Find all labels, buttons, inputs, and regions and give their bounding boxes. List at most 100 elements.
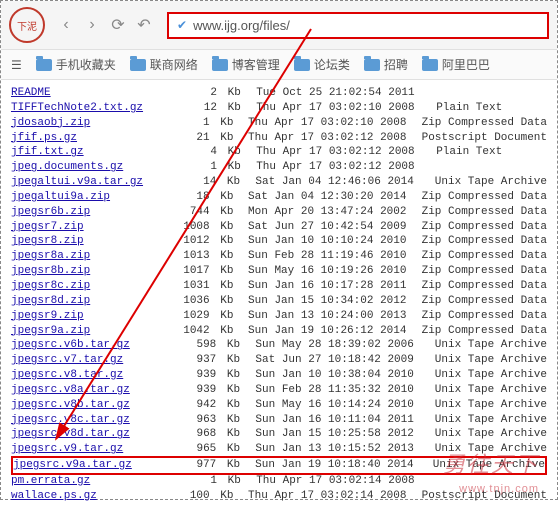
file-size: 12 [161, 101, 221, 116]
file-type: Zip Compressed Data [408, 116, 547, 131]
url-icon: ✔ [177, 18, 187, 32]
file-link[interactable]: jpegsr8d.zip [11, 294, 156, 309]
file-link[interactable]: jfif.txt.gz [11, 145, 161, 160]
file-link[interactable]: jpegsr6b.zip [11, 205, 156, 220]
file-unit: Kb [221, 160, 243, 175]
file-size: 21 [156, 131, 214, 146]
file-unit: Kb [221, 474, 243, 489]
browser-logo: 下泥 [9, 7, 45, 43]
file-link[interactable]: jpegaltui.v9a.tar.gz [11, 175, 160, 190]
file-type [423, 474, 547, 489]
file-link[interactable]: pm.errata.gz [11, 474, 161, 489]
file-date: Sat Jan 04 12:30:20 2014 [235, 190, 409, 205]
file-link[interactable]: jdosaobj.zip [11, 116, 156, 131]
file-size: 744 [156, 205, 214, 220]
bookmark-folder[interactable]: 阿里巴巴 [422, 56, 490, 73]
file-type: Zip Compressed Data [408, 309, 547, 324]
file-size: 965 [160, 442, 220, 457]
file-type: Unix Tape Archive [420, 458, 545, 473]
folder-icon [364, 59, 380, 71]
file-size: 939 [160, 368, 220, 383]
file-type: Zip Compressed Data [408, 264, 547, 279]
file-size: 18 [156, 190, 214, 205]
file-link[interactable]: jpegsrc.v9a.tar.gz [13, 458, 161, 473]
file-unit: Kb [214, 249, 235, 264]
file-link[interactable]: TIFFTechNote2.txt.gz [11, 101, 161, 116]
file-date: Sat Jan 04 12:46:06 2014 [242, 175, 421, 190]
file-link[interactable]: jpegsr9a.zip [11, 324, 156, 339]
file-unit: Kb [220, 398, 242, 413]
file-date: Thu Apr 17 03:02:12 2008 [243, 160, 423, 175]
file-row: jpegaltui.v9a.tar.gz14 Kb Sat Jan 04 12:… [11, 175, 547, 190]
forward-button[interactable]: › [79, 12, 105, 38]
file-date: Sun Jan 16 10:11:04 2011 [242, 413, 421, 428]
file-link[interactable]: jpegsr9.zip [11, 309, 156, 324]
file-link[interactable]: jpegsrc.v7.tar.gz [11, 353, 160, 368]
file-unit: Kb [221, 86, 243, 101]
file-type: Zip Compressed Data [408, 205, 547, 220]
file-link[interactable]: jpegsr8a.zip [11, 249, 156, 264]
undo-button[interactable]: ↶ [131, 12, 157, 38]
bookmark-folder[interactable]: 手机收藏夹 [36, 56, 116, 73]
file-size: 1029 [156, 309, 214, 324]
file-unit: Kb [221, 101, 243, 116]
file-link[interactable]: jpegsrc.v8.tar.gz [11, 368, 160, 383]
file-link[interactable]: jpeg.documents.gz [11, 160, 161, 175]
file-date: Sun Jan 10 10:38:04 2010 [242, 368, 421, 383]
file-date: Sun May 16 10:19:26 2010 [235, 264, 409, 279]
file-size: 1 [161, 474, 221, 489]
file-link[interactable]: jpegsr8c.zip [11, 279, 156, 294]
file-link[interactable]: jpegsrc.v8a.tar.gz [11, 383, 160, 398]
bookmark-label: 联商网络 [150, 56, 198, 73]
file-type: Unix Tape Archive [422, 398, 547, 413]
bookmark-menu[interactable]: ☰ [11, 58, 22, 72]
url-bar[interactable]: ✔ www.ijg.org/files/ [167, 12, 549, 39]
file-row: pm.errata.gz1 Kb Thu Apr 17 03:02:14 200… [11, 474, 547, 489]
bookmark-folder[interactable]: 论坛类 [294, 56, 350, 73]
file-unit: Kb [214, 190, 235, 205]
file-unit: Kb [220, 353, 242, 368]
file-link[interactable]: jpegsr8b.zip [11, 264, 156, 279]
folder-icon [294, 59, 310, 71]
bookmark-label: 招聘 [384, 56, 408, 73]
file-link[interactable]: jpegaltui9a.zip [11, 190, 156, 205]
file-link[interactable]: jpegsrc.v8c.tar.gz [11, 413, 160, 428]
file-unit: Kb [220, 368, 242, 383]
file-date: Sat Jun 27 10:42:54 2009 [235, 220, 409, 235]
file-size: 968 [160, 427, 220, 442]
file-date: Thu Apr 17 03:02:10 2008 [243, 101, 423, 116]
file-type: Plain Text [423, 145, 547, 160]
bookmark-folder[interactable]: 联商网络 [130, 56, 198, 73]
file-unit: Kb [214, 309, 235, 324]
file-link[interactable]: jpegsrc.v8b.tar.gz [11, 398, 160, 413]
file-link[interactable]: jpegsrc.v8d.tar.gz [11, 427, 160, 442]
file-size: 1042 [156, 324, 214, 339]
file-size: 1017 [156, 264, 214, 279]
file-size: 1 [161, 160, 221, 175]
folder-icon [212, 59, 228, 71]
file-link[interactable]: jpegsr7.zip [11, 220, 156, 235]
file-row: jdosaobj.zip1 Kb Thu Apr 17 03:02:10 200… [11, 116, 547, 131]
folder-icon [130, 59, 146, 71]
file-date: Sun Jan 15 10:25:58 2012 [242, 427, 421, 442]
file-row: wallace.ps.gz100 Kb Thu Apr 17 03:02:14 … [11, 489, 547, 504]
file-row: jpegsrc.v8.tar.gz939 Kb Sun Jan 10 10:38… [11, 368, 547, 383]
bookmark-folder[interactable]: 博客管理 [212, 56, 280, 73]
back-button[interactable]: ‹ [53, 12, 79, 38]
file-size: 1 [156, 116, 214, 131]
file-link[interactable]: jfif.ps.gz [11, 131, 156, 146]
file-link[interactable]: README [11, 86, 161, 101]
file-link[interactable]: wallace.ps.gz [11, 489, 156, 504]
file-type: Unix Tape Archive [422, 442, 547, 457]
file-type: Zip Compressed Data [408, 294, 547, 309]
bookmark-label: 博客管理 [232, 56, 280, 73]
file-link[interactable]: jpegsrc.v9.tar.gz [11, 442, 160, 457]
file-unit: Kb [214, 205, 235, 220]
file-size: 942 [160, 398, 220, 413]
file-type: Zip Compressed Data [408, 190, 547, 205]
file-link[interactable]: jpegsr8.zip [11, 234, 156, 249]
bookmark-folder[interactable]: 招聘 [364, 56, 408, 73]
reload-button[interactable]: ⟳ [105, 12, 131, 38]
file-row: jpegaltui9a.zip18 Kb Sat Jan 04 12:30:20… [11, 190, 547, 205]
file-link[interactable]: jpegsrc.v6b.tar.gz [11, 338, 160, 353]
